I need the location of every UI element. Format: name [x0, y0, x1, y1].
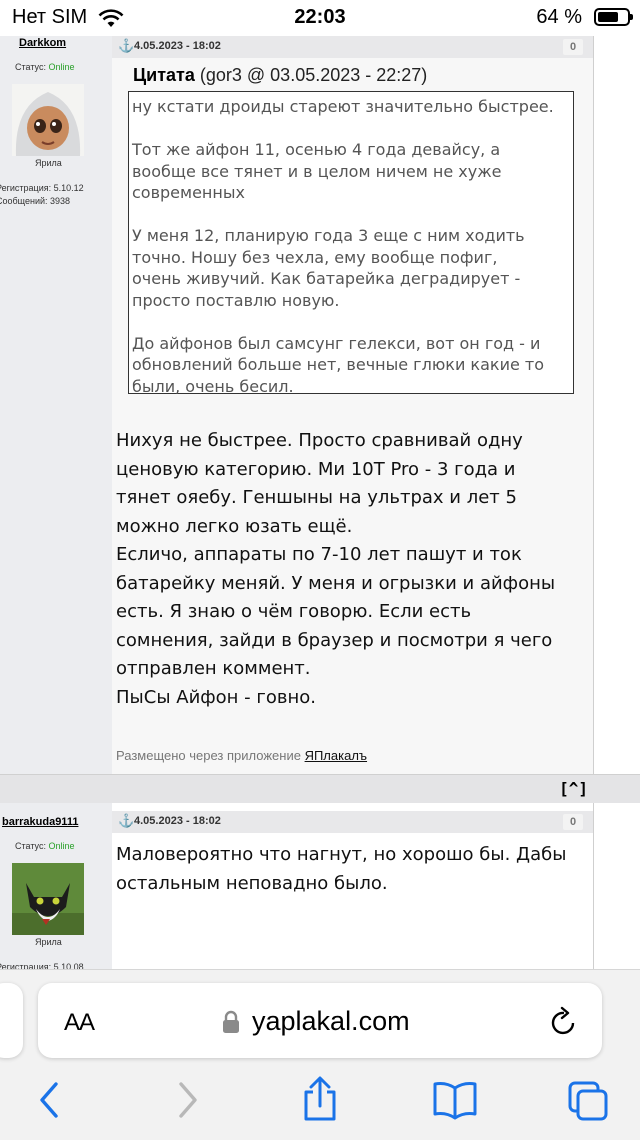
message-line: Есличо, аппараты по 7-10 лет пашут и ток	[116, 544, 522, 565]
message-line: Маловероятно что нагнут, но хорошо бы. Д…	[116, 844, 567, 865]
quote-line	[132, 204, 568, 226]
post-date: 4.05.2023 - 18:02	[134, 40, 221, 52]
battery-icon	[594, 8, 633, 26]
post1-message: Нихуя не быстрее. Просто сравнивай одну …	[116, 427, 590, 712]
quote-line: точно. Ношу без чехла, ему вообще пофиг,	[132, 247, 498, 267]
message-line: остальным неповадно было.	[116, 872, 388, 894]
scroll-top-link[interactable]: [^]	[559, 779, 588, 798]
message-line: можно легко юзать ещё.	[116, 515, 353, 537]
post2-rank: Ярила	[35, 937, 62, 947]
post2-header: ⚓ 4.05.2023 - 18:02 0	[112, 811, 593, 833]
avatar[interactable]	[12, 84, 84, 156]
posted-via: Размещено через приложение ЯПлакалъ	[116, 748, 368, 763]
back-icon[interactable]	[36, 1080, 62, 1120]
message-line: есть. Я знаю о чём говорю. Если есть	[116, 601, 472, 622]
message-line: сомнения, зайди в браузер и посмотри я ч…	[116, 629, 553, 651]
post-separator: [^]	[0, 774, 640, 804]
status-bar: Нет SIM 22:03 64 %	[0, 0, 640, 36]
message-line: Нихуя не быстрее. Просто сравнивай одну	[116, 430, 523, 451]
forward-icon[interactable]	[175, 1080, 201, 1120]
post1-messages: Сообщений: 3938	[0, 196, 71, 206]
post2-username[interactable]: barrakuda9111	[2, 816, 78, 828]
quote-line: У меня 12, планирую года 3 еще с ним ход…	[132, 226, 525, 245]
message-line: ценовую категорию. Ми 10T Pro - 3 года и	[116, 458, 516, 480]
tabs-icon[interactable]	[567, 1080, 609, 1122]
message-line: отправлен коммент.	[116, 658, 311, 679]
quote-line: обновлений больше нет, вечные глюки каки…	[132, 355, 544, 374]
quote-line	[132, 311, 568, 333]
post1-username[interactable]: Darkkom	[19, 37, 66, 49]
post1-header: ⚓ 4.05.2023 - 18:02 0	[112, 36, 593, 58]
post1-right-strip	[593, 36, 640, 774]
quote-heading: Цитата (gor3 @ 03.05.2023 - 22:27)	[133, 65, 428, 85]
message-line: батарейку меняй. У меня и огрызки и айфо…	[116, 572, 556, 594]
reload-icon[interactable]	[549, 1005, 579, 1037]
quote-line: просто поставлю новую.	[132, 290, 340, 310]
previous-tab-pill[interactable]	[0, 983, 23, 1058]
post1-status: Статус: Online	[15, 62, 75, 72]
post2-right-strip	[593, 803, 640, 970]
quote-box: ну кстати дроиды стареют значительно быс…	[128, 91, 574, 396]
battery-percent: 64 %	[536, 6, 582, 28]
message-line: ПыСы Айфон - говно.	[116, 686, 316, 708]
quote-line: современных	[132, 183, 245, 202]
quote-line: ну кстати дроиды стареют значительно быс…	[132, 97, 554, 116]
post-rating-badge[interactable]: 0	[563, 39, 583, 55]
app-link[interactable]: ЯПлакалъ	[305, 748, 367, 763]
post2-status: Статус: Online	[15, 841, 75, 851]
quote-line: были, очень бесил.	[132, 376, 294, 396]
avatar[interactable]	[12, 863, 84, 935]
reader-options-button[interactable]: AA	[64, 1009, 95, 1037]
bookmarks-icon[interactable]	[432, 1080, 478, 1120]
share-icon[interactable]	[300, 1076, 340, 1122]
post-rating-badge[interactable]: 0	[563, 814, 583, 830]
lock-icon	[223, 1010, 239, 1033]
quote-line: До айфонов был самсунг гелекси, вот он г…	[132, 333, 541, 353]
anchor-icon[interactable]: ⚓	[118, 813, 134, 829]
url-text[interactable]: yaplakal.com	[252, 1006, 410, 1037]
message-line: тянет ояебу. Геншыны на ультрах и лет 5	[116, 487, 517, 508]
quote-line: Тот же айфон 11, осенью 4 года девайсу, …	[132, 140, 501, 159]
quote-line	[132, 118, 568, 140]
post1-rank: Ярила	[35, 158, 62, 168]
post1-registration: Регистрация: 5.10.12	[0, 183, 84, 193]
quote-line: очень живучий. Как батарейка деградирует…	[132, 269, 521, 288]
quote-line: вообще все тянет и в целом ничем не хуже	[132, 161, 502, 181]
anchor-icon[interactable]: ⚓	[118, 38, 134, 54]
post-date: 4.05.2023 - 18:02	[134, 815, 221, 827]
post2-message: Маловероятно что нагнут, но хорошо бы. Д…	[116, 841, 590, 898]
